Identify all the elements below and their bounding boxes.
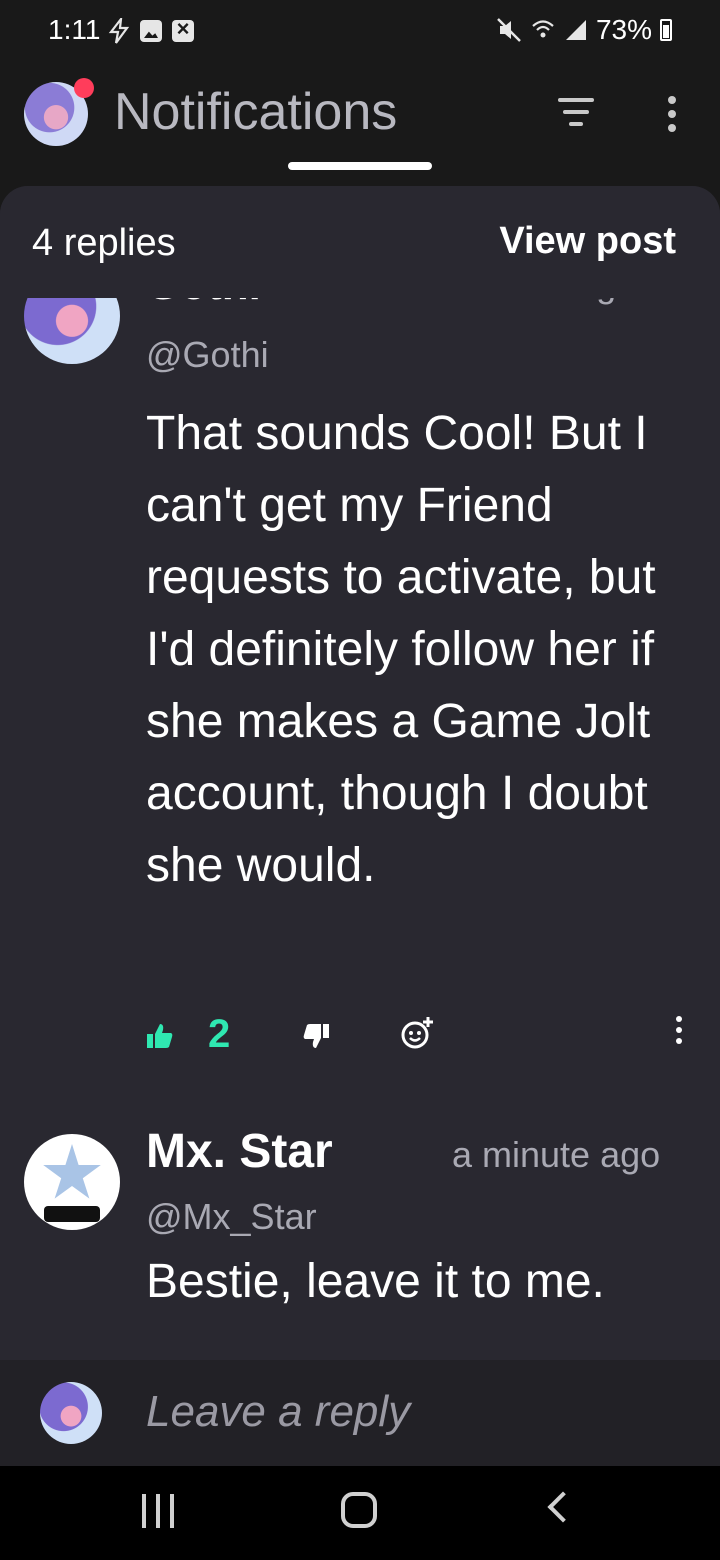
sheet-drag-handle[interactable] [288, 162, 432, 170]
comment-avatar[interactable] [24, 298, 120, 364]
replies-sheet: 4 replies View post Gothi minutes ago @G… [0, 186, 720, 1466]
home-icon[interactable] [341, 1492, 377, 1528]
mute-icon [497, 18, 521, 42]
replies-count: 4 replies [32, 222, 176, 264]
reply-bar [0, 1360, 720, 1466]
status-time: 1:11 [48, 14, 101, 45]
comment-avatar[interactable] [24, 1134, 120, 1230]
comment-username[interactable]: @Gothi [146, 334, 269, 376]
comment-time: minutes ago [440, 298, 636, 306]
kebab-menu-icon[interactable] [664, 96, 680, 136]
comment-time: a minute ago [452, 1134, 661, 1175]
filter-icon[interactable] [558, 98, 594, 128]
thumbs-up-icon[interactable] [146, 1022, 174, 1050]
notifications-header: Notifications [0, 60, 720, 180]
signal-icon [565, 20, 586, 40]
notification-dot [74, 78, 94, 98]
battery-icon [660, 19, 672, 41]
status-bar: 1:11 73% [0, 0, 720, 60]
image-notification-icon [140, 20, 162, 42]
wifi-icon [532, 20, 554, 38]
view-post-button[interactable]: View post [499, 220, 676, 263]
status-notification-icons [108, 16, 194, 44]
avatar-detail [44, 1206, 100, 1222]
page-title: Notifications [114, 83, 398, 141]
status-right: 73% [496, 14, 672, 46]
reply-avatar [40, 1382, 102, 1444]
star-avatar-icon [43, 1144, 101, 1199]
comment-username[interactable]: @Mx_Star [146, 1196, 317, 1238]
battery-percent: 73% [595, 14, 652, 45]
comment-author[interactable]: Mx. Star [146, 1124, 333, 1179]
close-notification-icon [172, 16, 194, 42]
thumbs-down-icon[interactable] [302, 1022, 330, 1050]
recents-icon[interactable] [142, 1494, 174, 1528]
sheet-header: 4 replies View post [0, 186, 720, 298]
system-nav-bar [0, 1466, 720, 1560]
comment-more-icon[interactable] [674, 1016, 684, 1050]
comment-author[interactable]: Gothi [146, 298, 261, 310]
comment-actions: 2 [146, 1008, 696, 1068]
comment-body: That sounds Cool! But I can't get my Fri… [146, 407, 656, 892]
comment-list[interactable]: Gothi minutes ago @Gothi That sounds Coo… [0, 298, 720, 1360]
like-count: 2 [208, 1012, 231, 1056]
reply-input[interactable] [146, 1384, 686, 1440]
back-icon[interactable] [547, 1491, 579, 1523]
lightning-icon [108, 18, 130, 44]
comment-body: Bestie, leave it to me. [146, 1255, 605, 1308]
add-reaction-icon[interactable] [400, 1016, 434, 1050]
